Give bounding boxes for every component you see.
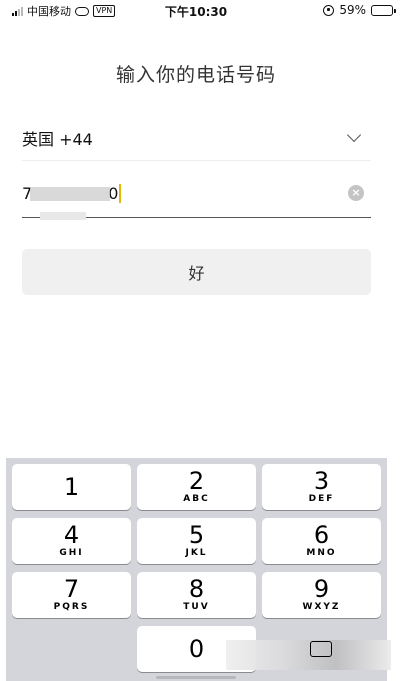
battery-percent: 59% — [339, 3, 366, 17]
ok-button[interactable]: 好 — [22, 249, 371, 295]
key-7[interactable]: 7 PQRS — [12, 572, 131, 618]
numeric-keypad: 1 2 ABC 3 DEF 4 GHI 5 JKL 6 MNO 7 PQRS 8 TUV 9W… — [6, 458, 391, 681]
home-indicator — [156, 676, 236, 679]
key-4[interactable]: 4 GHI — [12, 518, 131, 564]
key-8[interactable]: 8 TUV — [137, 572, 256, 618]
status-bar: 中国移动 VPN 下午10:30 59% — [0, 0, 407, 22]
phone-number-value: 7 0 — [22, 184, 122, 203]
phone-number-input[interactable]: 7 0 × — [22, 170, 371, 218]
key-2[interactable]: 2 ABC — [137, 464, 256, 510]
text-caret — [119, 184, 122, 203]
orientation-lock-icon — [323, 4, 335, 16]
delete-key[interactable] — [306, 638, 336, 660]
clear-icon[interactable]: × — [348, 185, 364, 201]
status-right: 59% — [323, 3, 396, 17]
redaction-mask — [40, 212, 86, 220]
page-title: 输入你的电话号码 — [115, 64, 276, 86]
redacted-digits — [30, 186, 111, 201]
key-1[interactable]: 1 — [12, 464, 131, 510]
key-3[interactable]: 3 DEF — [262, 464, 381, 510]
key-5[interactable]: 5 JKL — [137, 518, 256, 564]
chevron-down-icon — [346, 127, 362, 143]
country-selector[interactable]: 英国 +44 — [22, 116, 371, 161]
key-6[interactable]: 6 MNO — [262, 518, 381, 564]
country-label: 英国 +44 — [22, 130, 93, 149]
key-9[interactable]: 9 WXYZ — [262, 572, 381, 618]
battery-icon — [371, 4, 396, 16]
delete-icon — [310, 641, 332, 657]
